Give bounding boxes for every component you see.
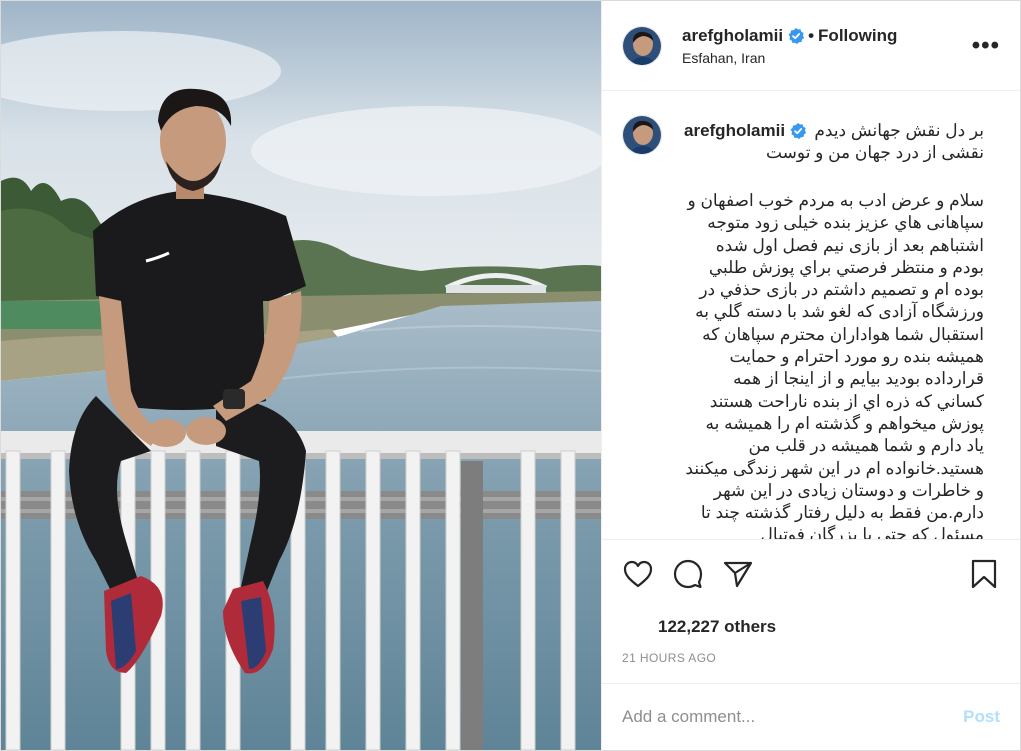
post-side-panel: arefgholamii • Following Esfahan, Iran •… <box>601 1 1020 750</box>
paper-plane-icon[interactable] <box>722 558 754 590</box>
header-username[interactable]: arefgholamii <box>682 26 783 46</box>
post-timestamp[interactable]: 21 HOURS AGO <box>602 643 1020 683</box>
more-options-icon[interactable]: ••• <box>972 33 1000 58</box>
separator-dot: • <box>808 25 815 45</box>
caption-avatar[interactable] <box>622 115 662 155</box>
caption-username[interactable]: arefgholamii <box>684 121 785 141</box>
post-photo[interactable] <box>1 1 601 750</box>
comments-area[interactable]: arefgholamii بر دل نقش جهانش دیدم نقشی ا… <box>602 91 1020 539</box>
caption-user: arefgholamii <box>684 121 807 141</box>
comment-input[interactable] <box>622 707 964 727</box>
action-bar <box>602 539 1020 607</box>
instagram-post: arefgholamii • Following Esfahan, Iran •… <box>0 0 1021 751</box>
caption-row: arefgholamii بر دل نقش جهانش دیدم نقشی ا… <box>622 115 1000 539</box>
bookmark-icon[interactable] <box>968 558 1000 590</box>
verified-badge-icon <box>790 123 807 139</box>
add-comment-bar: Post <box>602 683 1020 750</box>
caption-top-line: arefgholamii بر دل نقش جهانش دیدم <box>684 121 984 141</box>
header-user-row: arefgholamii • Following <box>682 26 897 46</box>
caption-text: سلام و عرض ادب به مردم خوب اصفهان و سپاه… <box>685 191 984 539</box>
photo-scene <box>1 1 601 750</box>
location-link[interactable]: Esfahan, Iran <box>682 50 897 66</box>
post-header: arefgholamii • Following Esfahan, Iran •… <box>602 1 1020 91</box>
header-text: arefgholamii • Following Esfahan, Iran <box>682 26 897 66</box>
post-comment-button[interactable]: Post <box>963 707 1000 727</box>
heart-icon[interactable] <box>622 558 654 590</box>
avatar[interactable] <box>622 25 662 66</box>
verified-badge-icon <box>788 27 805 44</box>
comment-bubble-icon[interactable] <box>672 558 704 590</box>
caption-body: arefgholamii بر دل نقش جهانش دیدم نقشی ا… <box>684 121 984 539</box>
caption-title-line1: بر دل نقش جهانش دیدم <box>814 121 984 140</box>
following-button[interactable]: Following <box>818 26 897 46</box>
caption-title-line2: نقشی از درد جهان من و توست <box>765 143 984 162</box>
likes-count[interactable]: 122,227 others <box>602 607 1020 643</box>
